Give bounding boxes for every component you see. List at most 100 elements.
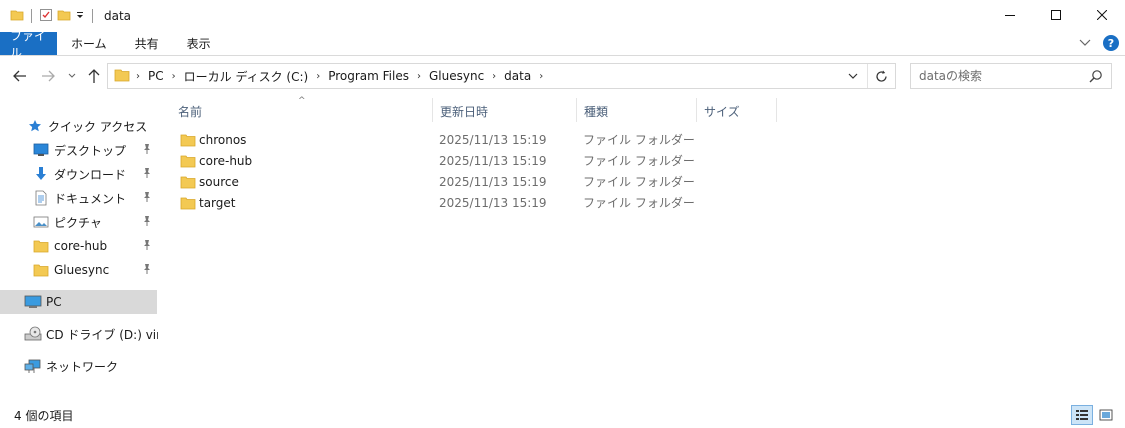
cd-drive-icon bbox=[24, 325, 42, 343]
navigation-pane: クイック アクセス デスクトップ ダウンロード ドキュメント ピクチャ core… bbox=[0, 96, 158, 396]
help-icon[interactable]: ? bbox=[1103, 35, 1119, 51]
sidebar-item-cd-drive[interactable]: CD ドライブ (D:) virtio-w bbox=[0, 322, 158, 346]
sidebar-item-pc[interactable]: PC bbox=[0, 290, 157, 314]
sidebar-item-downloads[interactable]: ダウンロード bbox=[0, 162, 157, 186]
list-item[interactable]: chronos 2025/11/13 15:19 ファイル フォルダー bbox=[170, 129, 1125, 150]
sidebar-item-label: core-hub bbox=[54, 239, 108, 253]
folder-icon bbox=[180, 150, 196, 171]
close-button[interactable] bbox=[1079, 0, 1125, 30]
sidebar-item-label: デスクトップ bbox=[54, 143, 127, 158]
chevron-right-icon[interactable]: › bbox=[134, 71, 142, 82]
tab-home[interactable]: ホーム bbox=[57, 32, 121, 55]
column-header-size[interactable]: サイズ bbox=[704, 98, 774, 124]
list-item[interactable]: core-hub 2025/11/13 15:19 ファイル フォルダー bbox=[170, 150, 1125, 171]
view-switcher bbox=[1071, 405, 1117, 425]
column-divider[interactable] bbox=[776, 98, 777, 122]
back-button[interactable] bbox=[12, 66, 28, 86]
tab-share[interactable]: 共有 bbox=[121, 32, 173, 55]
sidebar-item-label: ネットワーク bbox=[46, 359, 119, 374]
sidebar-item-label: ピクチャ bbox=[54, 215, 102, 230]
title-bar: data bbox=[0, 0, 1125, 32]
download-icon bbox=[32, 165, 50, 183]
pin-icon[interactable] bbox=[142, 215, 152, 230]
address-dropdown-button[interactable] bbox=[843, 64, 863, 88]
sidebar-item-gluesync[interactable]: Gluesync bbox=[0, 258, 157, 282]
pin-icon[interactable] bbox=[142, 191, 152, 206]
forward-button[interactable] bbox=[40, 66, 56, 86]
breadcrumb-gluesync[interactable]: Gluesync bbox=[423, 69, 490, 83]
column-header-name[interactable]: 名前 bbox=[178, 98, 430, 124]
window-controls bbox=[987, 0, 1125, 30]
column-header-type[interactable]: 種類 bbox=[584, 98, 694, 124]
ribbon-right-controls: ? bbox=[1079, 35, 1119, 51]
chevron-right-icon[interactable]: › bbox=[314, 71, 322, 82]
new-folder-icon[interactable] bbox=[57, 8, 71, 25]
star-icon bbox=[26, 117, 44, 135]
pin-icon[interactable] bbox=[142, 263, 152, 278]
column-divider[interactable] bbox=[432, 98, 433, 122]
search-box[interactable] bbox=[910, 63, 1112, 89]
network-icon bbox=[24, 357, 42, 375]
pin-icon[interactable] bbox=[142, 167, 152, 182]
file-list: ^ 名前 更新日時 種類 サイズ chronos 2025/11/13 15:1… bbox=[170, 96, 1125, 396]
chevron-right-icon[interactable]: › bbox=[490, 71, 498, 82]
breadcrumb-program-files[interactable]: Program Files bbox=[322, 69, 415, 83]
sidebar-item-core-hub[interactable]: core-hub bbox=[0, 234, 157, 258]
sidebar-item-quick-access[interactable]: クイック アクセス bbox=[0, 114, 157, 138]
toolbar-divider bbox=[31, 9, 32, 23]
status-bar: 4 個の項目 bbox=[0, 400, 1125, 428]
toolbar-divider bbox=[92, 9, 93, 23]
expand-ribbon-icon[interactable] bbox=[1079, 36, 1091, 50]
item-date: 2025/11/13 15:19 bbox=[439, 153, 547, 168]
navigation-bar: › PC › ローカル ディスク (C:) › Program Files › … bbox=[0, 56, 1125, 96]
properties-icon[interactable] bbox=[39, 8, 53, 25]
recent-locations-button[interactable] bbox=[64, 66, 80, 86]
item-name: chronos bbox=[199, 132, 247, 147]
sidebar-item-desktop[interactable]: デスクトップ bbox=[0, 138, 157, 162]
up-button[interactable] bbox=[86, 66, 102, 86]
chevron-right-icon[interactable]: › bbox=[415, 71, 423, 82]
item-name: core-hub bbox=[199, 153, 253, 168]
sidebar-item-documents[interactable]: ドキュメント bbox=[0, 186, 157, 210]
customize-toolbar-icon[interactable] bbox=[75, 9, 85, 24]
maximize-button[interactable] bbox=[1033, 0, 1079, 30]
list-item[interactable]: target 2025/11/13 15:19 ファイル フォルダー bbox=[170, 192, 1125, 213]
tab-view[interactable]: 表示 bbox=[173, 32, 225, 55]
sidebar-item-pictures[interactable]: ピクチャ bbox=[0, 210, 157, 234]
item-date: 2025/11/13 15:19 bbox=[439, 174, 547, 189]
search-input[interactable] bbox=[919, 69, 1089, 83]
item-date: 2025/11/13 15:19 bbox=[439, 195, 547, 210]
item-date: 2025/11/13 15:19 bbox=[439, 132, 547, 147]
refresh-button[interactable] bbox=[867, 64, 895, 88]
breadcrumb-local-disk[interactable]: ローカル ディスク (C:) bbox=[178, 68, 315, 85]
address-bar[interactable]: › PC › ローカル ディスク (C:) › Program Files › … bbox=[107, 63, 896, 89]
sidebar-item-label: ドキュメント bbox=[54, 191, 127, 206]
breadcrumb-data[interactable]: data bbox=[498, 69, 537, 83]
pictures-icon bbox=[32, 213, 50, 231]
sidebar-item-label: CD ドライブ (D:) virtio-w bbox=[46, 327, 158, 342]
folder-icon bbox=[180, 192, 196, 213]
chevron-right-icon[interactable]: › bbox=[170, 71, 178, 82]
item-name: target bbox=[199, 195, 236, 210]
search-icon[interactable] bbox=[1089, 69, 1103, 86]
breadcrumb-pc[interactable]: PC bbox=[142, 69, 170, 83]
chevron-right-icon[interactable]: › bbox=[537, 71, 545, 82]
ribbon-tabs: ファイル ホーム 共有 表示 ? bbox=[0, 29, 1125, 60]
details-view-button[interactable] bbox=[1071, 405, 1093, 425]
pc-icon bbox=[24, 293, 42, 311]
document-icon bbox=[32, 189, 50, 207]
folder-icon bbox=[114, 67, 130, 86]
pin-icon[interactable] bbox=[142, 143, 152, 158]
large-icons-view-button[interactable] bbox=[1095, 405, 1117, 425]
pin-icon[interactable] bbox=[142, 239, 152, 254]
sidebar-item-network[interactable]: ネットワーク bbox=[0, 354, 157, 378]
folder-icon bbox=[32, 237, 50, 255]
item-type: ファイル フォルダー bbox=[583, 133, 695, 147]
column-divider[interactable] bbox=[696, 98, 697, 122]
list-item[interactable]: source 2025/11/13 15:19 ファイル フォルダー bbox=[170, 171, 1125, 192]
column-divider[interactable] bbox=[576, 98, 577, 122]
minimize-button[interactable] bbox=[987, 0, 1033, 30]
tab-file[interactable]: ファイル bbox=[0, 29, 57, 60]
folder-icon bbox=[32, 261, 50, 279]
column-header-date[interactable]: 更新日時 bbox=[440, 98, 576, 124]
